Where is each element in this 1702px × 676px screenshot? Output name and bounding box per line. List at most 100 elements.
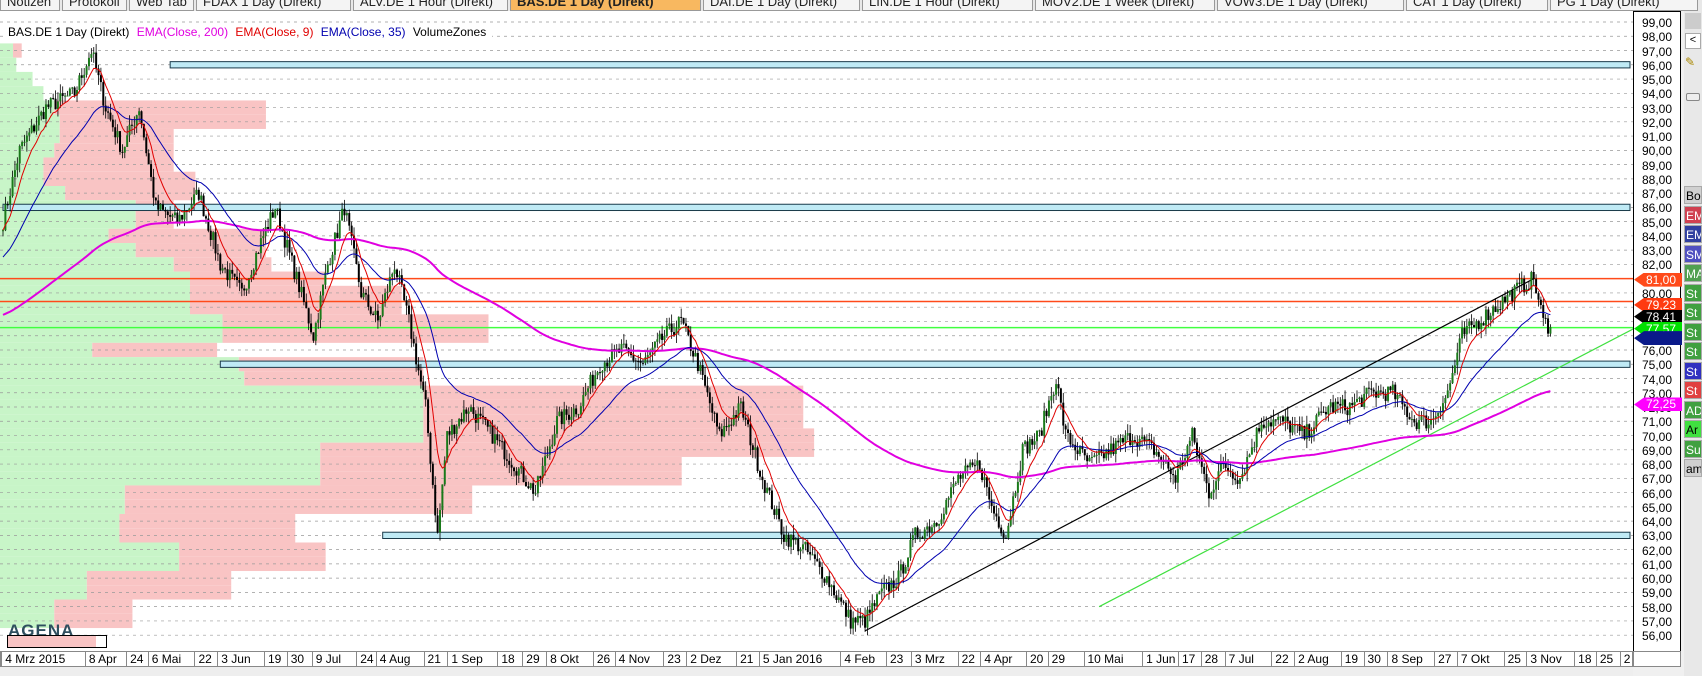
tab-9[interactable]: VOW3.DE 1 Day (Direkt) [1217,0,1404,11]
price-axis[interactable]: 99,00 98,00 97,00 96,00 95,00 94,00 93,00 92,00… [1633,11,1682,667]
candle-body [1052,394,1055,397]
candle-body [467,411,470,414]
tools-icon[interactable]: ✎ [1685,55,1701,71]
indicator-button[interactable]: Su [1684,439,1702,458]
indicator-button[interactable]: EM [1684,205,1702,224]
tab-1[interactable]: Protokoll [62,0,127,11]
tab-0[interactable]: Notizen [0,0,60,11]
candle-body [1324,411,1327,415]
indicator-button[interactable]: St [1684,361,1702,380]
price-tick: 97,00 [1642,44,1673,59]
indicator-button[interactable]: St [1684,381,1702,399]
candle-body [563,409,566,425]
candle-body [756,447,759,472]
legend-ema200[interactable]: EMA(Close, 200) [137,25,228,39]
zoom-slider[interactable] [1686,93,1700,101]
tab-6[interactable]: DAI.DE 1 Day (Direkt) [703,0,860,11]
candle-body [658,333,661,340]
candle-body [345,213,348,216]
indicator-button[interactable]: EM [1684,225,1702,243]
candle-body [1167,461,1170,469]
candle-body [926,526,929,530]
candle-body [1062,402,1065,426]
price-marker: 72,25 [1634,397,1682,412]
candle-body [1002,533,1005,538]
grip-icon[interactable] [1685,13,1701,29]
collapse-button[interactable]: < [1685,33,1701,49]
candle-body [594,375,597,386]
indicator-button[interactable]: AD [1684,400,1702,419]
legend-ema9[interactable]: EMA(Close, 9) [235,25,313,39]
candle-body [539,476,542,479]
scroll-overview[interactable] [7,635,107,648]
indicator-button[interactable]: St [1684,322,1702,341]
candle-body [1329,402,1332,407]
candle-body [758,471,761,477]
candle-body [847,609,850,617]
candle-body [694,353,697,357]
time-axis[interactable]: 4 Mrz 2015 8 Apr 24 6 Mai 22 3 Jun 19 30 9 Jul 24… [0,651,1655,667]
indicator-button[interactable]: SM [1684,244,1702,263]
indicator-button[interactable]: St [1684,283,1702,302]
indicator-button[interactable]: MA [1684,264,1702,282]
tab-7[interactable]: LIN.DE 1 Hour (Direkt) [862,0,1033,11]
candle-body [801,544,804,550]
tab-3[interactable]: FDAX 1 Day (Direkt) [196,0,351,11]
candle-body [1415,422,1418,430]
candle-body [448,431,451,435]
candle-body [1317,411,1320,416]
indicator-button[interactable]: St [1684,342,1702,360]
indicator-button[interactable]: am [1684,459,1702,477]
candle-body [1506,294,1509,303]
price-tick: 67,00 [1642,472,1673,487]
candle-body [1547,318,1550,334]
candle-body [412,338,415,344]
tab-8[interactable]: MOV2.DE 1 Week (Direkt) [1035,0,1215,11]
candle-body [1427,424,1430,429]
candle-body [498,440,501,442]
time-tick: 4 Nov [614,652,650,666]
candle-body [1174,475,1177,483]
legend-volumezones[interactable]: VolumeZones [413,25,486,39]
price-tick: 74,00 [1642,372,1673,387]
candle-body [90,54,93,58]
candle-body [582,395,585,407]
candle-body [1024,441,1027,445]
legend-ema35[interactable]: EMA(Close, 35) [321,25,406,39]
candle-body [1496,309,1499,312]
candle-body [169,215,172,217]
candle-body [398,275,401,278]
candle-body [704,374,707,386]
candle-body [1279,416,1282,418]
tab-11[interactable]: PG 1 Day (Direkt) [1550,0,1698,11]
time-tick: 24 [356,652,374,666]
candle-body [1036,430,1039,442]
candle-body [231,269,234,274]
candle-body [393,269,396,274]
tab-2[interactable]: Web Tab [129,0,194,11]
candle-body [763,480,766,493]
indicator-button[interactable]: Ar [1684,420,1702,438]
candle-body [224,268,227,270]
candle-body [957,474,960,483]
indicator-button[interactable]: St [1684,303,1702,321]
price-chart[interactable]: BAS.DE 1 Day (Direkt) EMA(Close, 200) EM… [0,11,1633,651]
volume-zone-buy [0,442,321,457]
tab-4[interactable]: ALV.DE 1 Hour (Direkt) [353,0,508,11]
candle-body [584,391,587,396]
tab-10[interactable]: CAT 1 Day (Direkt) [1406,0,1548,11]
candle-body [997,516,1000,528]
candle-body [811,554,814,556]
price-tick: 99,00 [1642,16,1673,30]
chart-canvas[interactable] [0,11,1633,651]
candle-body [1274,419,1277,421]
indicator-button[interactable]: Bo [1684,186,1702,204]
candle-body [1322,411,1325,413]
tab-5[interactable]: BAS.DE 1 Day (Direkt) [510,0,701,11]
candle-body [474,413,477,423]
candle-body [1367,387,1370,389]
candle-body [35,125,38,132]
candle-body [329,264,332,266]
candle-body [1045,410,1048,417]
candle-body [1088,457,1091,462]
